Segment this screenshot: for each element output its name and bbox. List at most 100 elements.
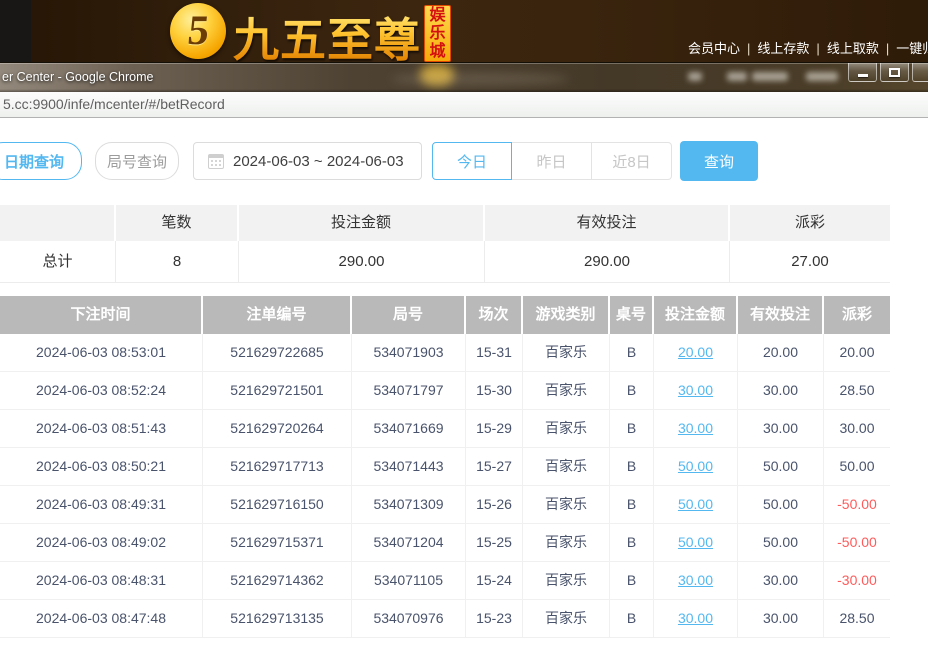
redacted-text xyxy=(806,72,838,81)
screen: 5 九五至尊 娱乐城 会员中心线上存款线上取款一键归账 er Center - … xyxy=(0,0,928,655)
table-cell: 521629715371 xyxy=(203,524,352,561)
table-cell: 534071797 xyxy=(352,372,466,409)
summary-total-value: 290.00 xyxy=(485,241,730,282)
date-range-picker[interactable]: 2024-06-03 ~ 2024-06-03 xyxy=(193,142,422,180)
calendar-icon xyxy=(208,154,224,169)
table-row: 2024-06-03 08:49:02521629715371534071204… xyxy=(0,524,890,562)
table-cell: 15-30 xyxy=(466,372,523,409)
table-cell: 15-24 xyxy=(466,562,523,599)
table-cell: 521629714362 xyxy=(203,562,352,599)
table-cell: 2024-06-03 08:53:01 xyxy=(0,334,203,371)
table-cell: 2024-06-03 08:47:48 xyxy=(0,600,203,637)
address-bar[interactable]: 5.cc:9900/infe/mcenter/#/betRecord xyxy=(0,92,928,118)
bet-amount-link[interactable]: 20.00 xyxy=(654,334,738,371)
table-cell: 2024-06-03 08:49:31 xyxy=(0,486,203,523)
table-cell: 30.00 xyxy=(738,600,824,637)
summary-column-header: 笔数 xyxy=(116,205,239,241)
quick-filter-2[interactable]: 近8日 xyxy=(592,142,672,180)
table-cell: B xyxy=(610,486,654,523)
bet-amount-link[interactable]: 30.00 xyxy=(654,562,738,599)
table-cell: 28.50 xyxy=(824,600,890,637)
redacted-text xyxy=(752,72,788,81)
window-controls xyxy=(845,63,928,82)
search-button[interactable]: 查询 xyxy=(680,141,758,181)
table-cell: 15-27 xyxy=(466,448,523,485)
quick-filter-group: 今日昨日近8日 xyxy=(432,142,672,180)
minimize-button[interactable] xyxy=(848,63,877,82)
maximize-button[interactable] xyxy=(880,63,909,82)
summary-table: 笔数投注金额有效投注派彩 总计8290.00290.0027.00 xyxy=(0,205,890,283)
table-cell: 50.00 xyxy=(824,448,890,485)
page-content: 日期查询 局号查询 2024-06-03 ~ 2024-06-03 今日昨日近8… xyxy=(0,118,928,655)
table-cell: 534070976 xyxy=(352,600,466,637)
table-cell: 534071309 xyxy=(352,486,466,523)
table-cell: 534071669 xyxy=(352,410,466,447)
entertainment-city-badge: 娱乐城 xyxy=(424,5,451,62)
table-cell: -30.00 xyxy=(824,562,890,599)
table-cell: 2024-06-03 08:52:24 xyxy=(0,372,203,409)
table-cell: 20.00 xyxy=(738,334,824,371)
table-cell: B xyxy=(610,600,654,637)
tab-date-query[interactable]: 日期查询 xyxy=(0,142,82,180)
bet-amount-link[interactable]: 50.00 xyxy=(654,486,738,523)
nav-link-3[interactable]: 一键归账 xyxy=(879,41,928,56)
summary-total-row: 总计8290.00290.0027.00 xyxy=(0,241,890,283)
bet-amount-link[interactable]: 30.00 xyxy=(654,410,738,447)
bet-amount-link[interactable]: 50.00 xyxy=(654,448,738,485)
table-cell: 534071903 xyxy=(352,334,466,371)
table-cell: 20.00 xyxy=(824,334,890,371)
quick-filter-1[interactable]: 昨日 xyxy=(512,142,592,180)
bet-table-header: 下注时间注单编号局号场次游戏类别桌号投注金额有效投注派彩 xyxy=(0,296,890,334)
bet-column-header: 注单编号 xyxy=(203,296,352,334)
bet-column-header: 派彩 xyxy=(824,296,890,334)
nav-link-2[interactable]: 线上取款 xyxy=(809,41,878,56)
table-cell: B xyxy=(610,562,654,599)
bet-column-header: 游戏类别 xyxy=(523,296,610,334)
bet-amount-link[interactable]: 50.00 xyxy=(654,524,738,561)
table-cell: 百家乐 xyxy=(523,600,610,637)
nav-link-0[interactable]: 会员中心 xyxy=(688,41,740,56)
table-cell: 百家乐 xyxy=(523,334,610,371)
table-cell: 百家乐 xyxy=(523,486,610,523)
background-strip xyxy=(0,0,31,62)
table-row: 2024-06-03 08:47:48521629713135534070976… xyxy=(0,600,890,638)
table-cell: 534071105 xyxy=(352,562,466,599)
table-cell: -50.00 xyxy=(824,524,890,561)
bet-amount-link[interactable]: 30.00 xyxy=(654,372,738,409)
table-cell: 521629713135 xyxy=(203,600,352,637)
logo-symbol: 5 xyxy=(185,7,211,55)
table-cell: 15-26 xyxy=(466,486,523,523)
table-cell: 50.00 xyxy=(738,486,824,523)
table-row: 2024-06-03 08:49:31521629716150534071309… xyxy=(0,486,890,524)
table-cell: 30.00 xyxy=(738,562,824,599)
close-button[interactable] xyxy=(912,63,928,82)
badge-char: 娱 xyxy=(429,7,445,25)
bet-amount-link[interactable]: 30.00 xyxy=(654,600,738,637)
site-header: 5 九五至尊 娱乐城 会员中心线上存款线上取款一键归账 xyxy=(0,0,928,62)
table-cell: 15-23 xyxy=(466,600,523,637)
table-cell: 521629720264 xyxy=(203,410,352,447)
table-cell: 28.50 xyxy=(824,372,890,409)
table-cell: 15-31 xyxy=(466,334,523,371)
table-cell: 15-29 xyxy=(466,410,523,447)
nav-link-1[interactable]: 线上存款 xyxy=(740,41,809,56)
table-cell: 521629721501 xyxy=(203,372,352,409)
redacted-text xyxy=(688,72,702,81)
url-text: 5.cc:9900/infe/mcenter/#/betRecord xyxy=(3,96,225,112)
table-cell: 50.00 xyxy=(738,448,824,485)
table-cell: 50.00 xyxy=(738,524,824,561)
table-cell: 百家乐 xyxy=(523,448,610,485)
tab-round-query[interactable]: 局号查询 xyxy=(95,142,179,180)
table-cell: 521629716150 xyxy=(203,486,352,523)
quick-filter-0[interactable]: 今日 xyxy=(432,142,512,180)
table-cell: B xyxy=(610,524,654,561)
minimize-icon xyxy=(858,74,868,77)
summary-total-value: 8 xyxy=(116,241,239,282)
bet-column-header: 有效投注 xyxy=(738,296,824,334)
bet-record-table: 下注时间注单编号局号场次游戏类别桌号投注金额有效投注派彩 2024-06-03 … xyxy=(0,296,890,638)
table-cell: 2024-06-03 08:49:02 xyxy=(0,524,203,561)
bet-column-header: 投注金额 xyxy=(654,296,738,334)
bet-table-body: 2024-06-03 08:53:01521629722685534071903… xyxy=(0,334,890,638)
table-cell: B xyxy=(610,372,654,409)
table-cell: 521629717713 xyxy=(203,448,352,485)
